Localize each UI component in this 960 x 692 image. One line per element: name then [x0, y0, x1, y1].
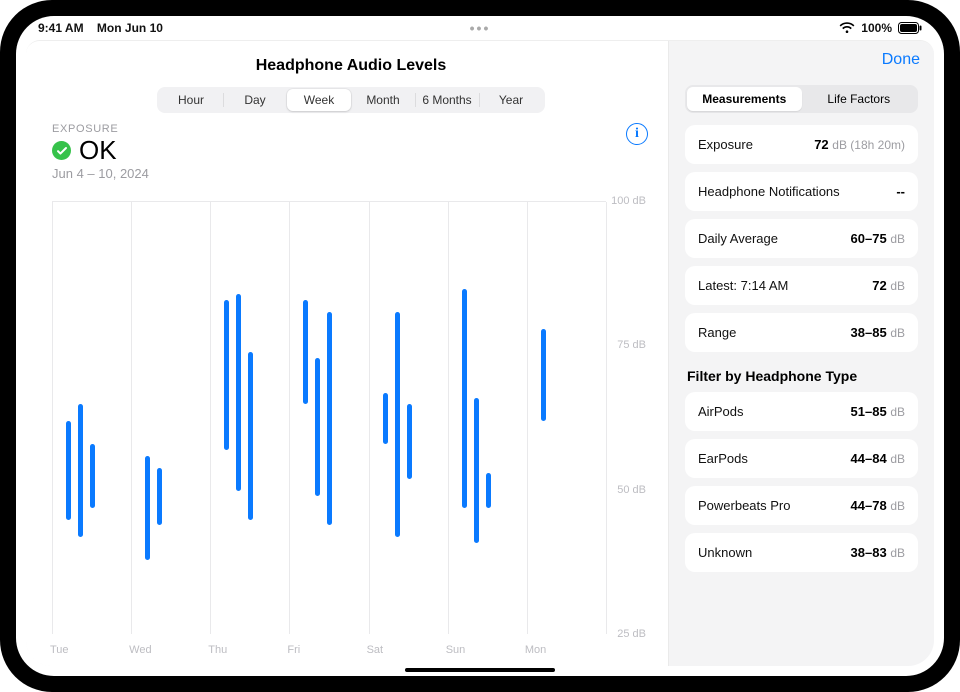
chart-bar[interactable] — [407, 404, 412, 479]
metric-label: Exposure — [698, 137, 753, 152]
done-button[interactable]: Done — [882, 51, 920, 69]
status-date: Mon Jun 10 — [97, 21, 163, 35]
x-tick: Tue — [50, 644, 69, 656]
chart-bar[interactable] — [66, 421, 71, 519]
chart-bar[interactable] — [383, 393, 388, 445]
filter-earpods[interactable]: EarPods 44–84 dB — [685, 439, 918, 478]
chart-bar[interactable] — [474, 398, 479, 542]
chart-bar[interactable] — [145, 456, 150, 560]
filter-unknown[interactable]: Unknown 38–83 dB — [685, 533, 918, 572]
status-time: 9:41 AM — [38, 21, 84, 35]
chart-bar[interactable] — [462, 289, 467, 508]
chart-bar[interactable] — [315, 358, 320, 497]
metric-exposure[interactable]: Exposure 72 dB (18h 20m) — [685, 125, 918, 164]
filter-header: Filter by Headphone Type — [687, 368, 916, 384]
segment-day[interactable]: Day — [223, 89, 287, 111]
battery-percent: 100% — [861, 21, 892, 35]
home-indicator[interactable] — [405, 668, 555, 672]
x-tick: Mon — [525, 644, 546, 656]
audio-level-chart[interactable]: 25 dB 50 dB 75 dB 100 dB Tue Wed Thu Fri Sat Sun M… — [52, 187, 650, 660]
segment-6-months[interactable]: 6 Months — [415, 89, 479, 111]
battery-icon — [898, 22, 922, 34]
chart-bar[interactable] — [78, 404, 83, 537]
side-tab-segmented[interactable]: Measurements Life Factors — [685, 85, 918, 113]
chart-bar[interactable] — [395, 312, 400, 537]
chart-bar[interactable] — [90, 444, 95, 508]
exposure-caption: EXPOSURE — [52, 123, 650, 135]
tab-measurements[interactable]: Measurements — [687, 87, 802, 111]
x-tick: Fri — [287, 644, 300, 656]
info-icon[interactable]: i — [626, 123, 648, 145]
filter-powerbeats[interactable]: Powerbeats Pro 44–78 dB — [685, 486, 918, 525]
exposure-date-range: Jun 4 – 10, 2024 — [52, 166, 650, 181]
chart-bar[interactable] — [327, 312, 332, 526]
y-tick: 100 dB — [611, 195, 646, 207]
x-tick: Sat — [367, 644, 384, 656]
x-tick: Wed — [129, 644, 151, 656]
segment-month[interactable]: Month — [351, 89, 415, 111]
exposure-status: OK — [79, 135, 117, 166]
chart-bar[interactable] — [157, 468, 162, 526]
tab-life-factors[interactable]: Life Factors — [802, 87, 917, 111]
y-tick: 25 dB — [617, 628, 646, 640]
chart-bar[interactable] — [248, 352, 253, 519]
page-title: Headphone Audio Levels — [52, 53, 650, 87]
filter-airpods[interactable]: AirPods 51–85 dB — [685, 392, 918, 431]
y-tick: 50 dB — [617, 484, 646, 496]
metric-daily-average[interactable]: Daily Average 60–75 dB — [685, 219, 918, 258]
segment-year[interactable]: Year — [479, 89, 543, 111]
status-bar: 9:41 AM Mon Jun 10 ••• 100% — [16, 16, 944, 40]
segment-week[interactable]: Week — [287, 89, 351, 111]
chart-bar[interactable] — [541, 329, 546, 421]
time-range-segmented[interactable]: HourDayWeekMonth6 MonthsYear — [157, 87, 545, 113]
chart-bar[interactable] — [236, 294, 241, 490]
metric-range[interactable]: Range 38–85 dB — [685, 313, 918, 352]
chart-bar[interactable] — [303, 300, 308, 404]
metric-latest[interactable]: Latest: 7:14 AM 72 dB — [685, 266, 918, 305]
x-tick: Sun — [446, 644, 466, 656]
x-tick: Thu — [208, 644, 227, 656]
wifi-icon — [839, 22, 855, 34]
y-tick: 75 dB — [617, 339, 646, 351]
status-ok-icon — [52, 141, 71, 160]
chart-bar[interactable] — [224, 300, 229, 450]
segment-hour[interactable]: Hour — [159, 89, 223, 111]
metric-notifications[interactable]: Headphone Notifications -- — [685, 172, 918, 211]
chart-bar[interactable] — [486, 473, 491, 508]
